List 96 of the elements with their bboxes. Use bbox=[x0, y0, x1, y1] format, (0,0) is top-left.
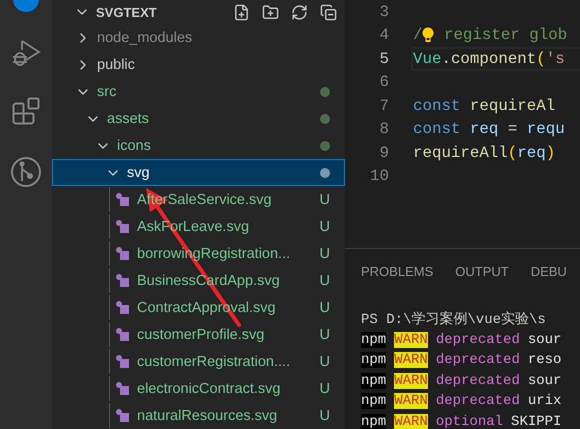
lightbulb-icon[interactable] bbox=[422, 27, 434, 44]
code-token: ( bbox=[508, 144, 518, 162]
panel-tab[interactable]: DEBU bbox=[530, 264, 567, 280]
line-number: 9 bbox=[378, 144, 389, 162]
code-token: req bbox=[470, 120, 498, 138]
terminal-text: optional bbox=[436, 414, 504, 429]
explorer-title: SVGTEXT bbox=[96, 4, 158, 20]
folder-name: node_modules bbox=[97, 30, 194, 46]
folder-row[interactable]: svg bbox=[52, 159, 345, 186]
git-status-letter: U bbox=[320, 354, 330, 370]
line-number: 7 bbox=[378, 96, 389, 115]
code-token: component bbox=[450, 50, 536, 68]
terminal-text: deprecated bbox=[436, 332, 520, 348]
git-status-letter: U bbox=[320, 218, 330, 234]
terminal-text: deprecated bbox=[436, 393, 520, 410]
code-token: Vue bbox=[413, 50, 442, 68]
file-row[interactable]: customerProfile.svg U bbox=[52, 321, 345, 348]
terminal-text: WARN bbox=[394, 352, 428, 368]
terminal-text: deprecated bbox=[436, 352, 520, 368]
file-icon bbox=[115, 354, 131, 370]
file-name: naturalResources.svg bbox=[137, 408, 278, 424]
terminal-text: npm bbox=[361, 372, 386, 389]
terminal-text: WARN bbox=[394, 414, 428, 429]
terminal-text: urix bbox=[528, 393, 562, 410]
terminal-text: SKIPPI bbox=[511, 414, 562, 429]
line-number: 4 bbox=[378, 26, 389, 44]
line-number: 3 bbox=[378, 2, 389, 21]
folder-name: assets bbox=[107, 110, 150, 126]
code-token: requireAl bbox=[470, 96, 556, 115]
panel-tab[interactable]: OUTPUT bbox=[455, 264, 509, 280]
git-status-letter: U bbox=[320, 272, 330, 288]
run-debug-icon[interactable] bbox=[11, 38, 41, 68]
file-row[interactable]: electronicContract.svg U bbox=[52, 375, 345, 402]
git-status-letter: U bbox=[320, 408, 330, 424]
file-icon bbox=[115, 408, 131, 424]
refresh-icon[interactable] bbox=[291, 4, 308, 20]
new-file-icon[interactable] bbox=[233, 4, 250, 20]
folder-row[interactable]: icons bbox=[52, 132, 345, 159]
file-row[interactable]: naturalResources.svg U bbox=[52, 402, 345, 429]
code-token: const bbox=[413, 120, 462, 138]
new-folder-icon[interactable] bbox=[262, 4, 279, 20]
file-icon bbox=[115, 380, 131, 396]
code-token: = bbox=[506, 120, 518, 138]
line-number: 10 bbox=[369, 167, 389, 186]
folder-name: public bbox=[97, 56, 136, 72]
file-icon bbox=[115, 300, 131, 316]
terminal-text: WARN bbox=[394, 393, 428, 410]
file-icon bbox=[115, 272, 131, 288]
code-token: ) bbox=[546, 144, 556, 162]
code-token: ( bbox=[536, 50, 546, 68]
terminal-text: npm bbox=[361, 393, 386, 410]
folder-name: src bbox=[97, 84, 118, 100]
git-status-letter: U bbox=[320, 326, 330, 342]
code-token: requ bbox=[526, 120, 565, 138]
code-token: 's bbox=[546, 50, 565, 68]
git-graph-icon[interactable] bbox=[10, 156, 42, 188]
file-icon bbox=[115, 246, 131, 262]
line-number: 5 bbox=[378, 50, 389, 68]
terminal-text: npm bbox=[361, 414, 386, 429]
file-icon bbox=[115, 192, 131, 208]
terminal-text: WARN bbox=[394, 332, 428, 348]
code-token: const bbox=[413, 96, 462, 115]
git-status-letter: U bbox=[320, 380, 330, 396]
git-status-letter: U bbox=[320, 246, 330, 262]
folder-row[interactable]: src bbox=[52, 78, 345, 105]
terminal-text: WARN bbox=[394, 372, 428, 389]
git-status-letter: U bbox=[320, 300, 330, 316]
collapse-icon[interactable] bbox=[320, 4, 337, 20]
folder-name: svg bbox=[127, 164, 151, 180]
line-number: 6 bbox=[378, 73, 389, 92]
code-token: / bbox=[413, 26, 422, 44]
file-icon bbox=[115, 326, 131, 342]
file-row[interactable]: customerRegistration.... U bbox=[52, 348, 345, 375]
file-name: customerProfile.svg bbox=[137, 326, 266, 342]
folder-row[interactable]: assets bbox=[52, 105, 345, 132]
extensions-icon[interactable] bbox=[11, 96, 41, 126]
folder-row[interactable]: public bbox=[52, 51, 345, 78]
panel-tab[interactable]: PROBLEMS bbox=[361, 264, 434, 280]
terminal-text: deprecated bbox=[436, 372, 520, 389]
code-token: . bbox=[441, 50, 451, 68]
terminal-text: sour bbox=[528, 372, 562, 389]
terminal-prompt: PS D:\学习案例\vue实验\s bbox=[361, 310, 546, 328]
folder-row[interactable]: node_modules bbox=[52, 24, 345, 51]
terminal-text: npm bbox=[361, 332, 386, 348]
terminal-text: npm bbox=[361, 352, 386, 368]
terminal-text: sour bbox=[528, 332, 562, 348]
file-name: customerRegistration.... bbox=[137, 354, 292, 370]
code-token: register glob bbox=[442, 26, 568, 44]
line-number: 8 bbox=[378, 120, 389, 138]
terminal-text: reso bbox=[528, 352, 562, 368]
git-status-letter: U bbox=[320, 192, 330, 208]
file-name: electronicContract.svg bbox=[137, 380, 282, 396]
folder-name: icons bbox=[117, 138, 152, 154]
code-token: requireAll bbox=[413, 144, 508, 162]
code-token: req bbox=[517, 144, 546, 162]
file-icon bbox=[115, 218, 131, 234]
